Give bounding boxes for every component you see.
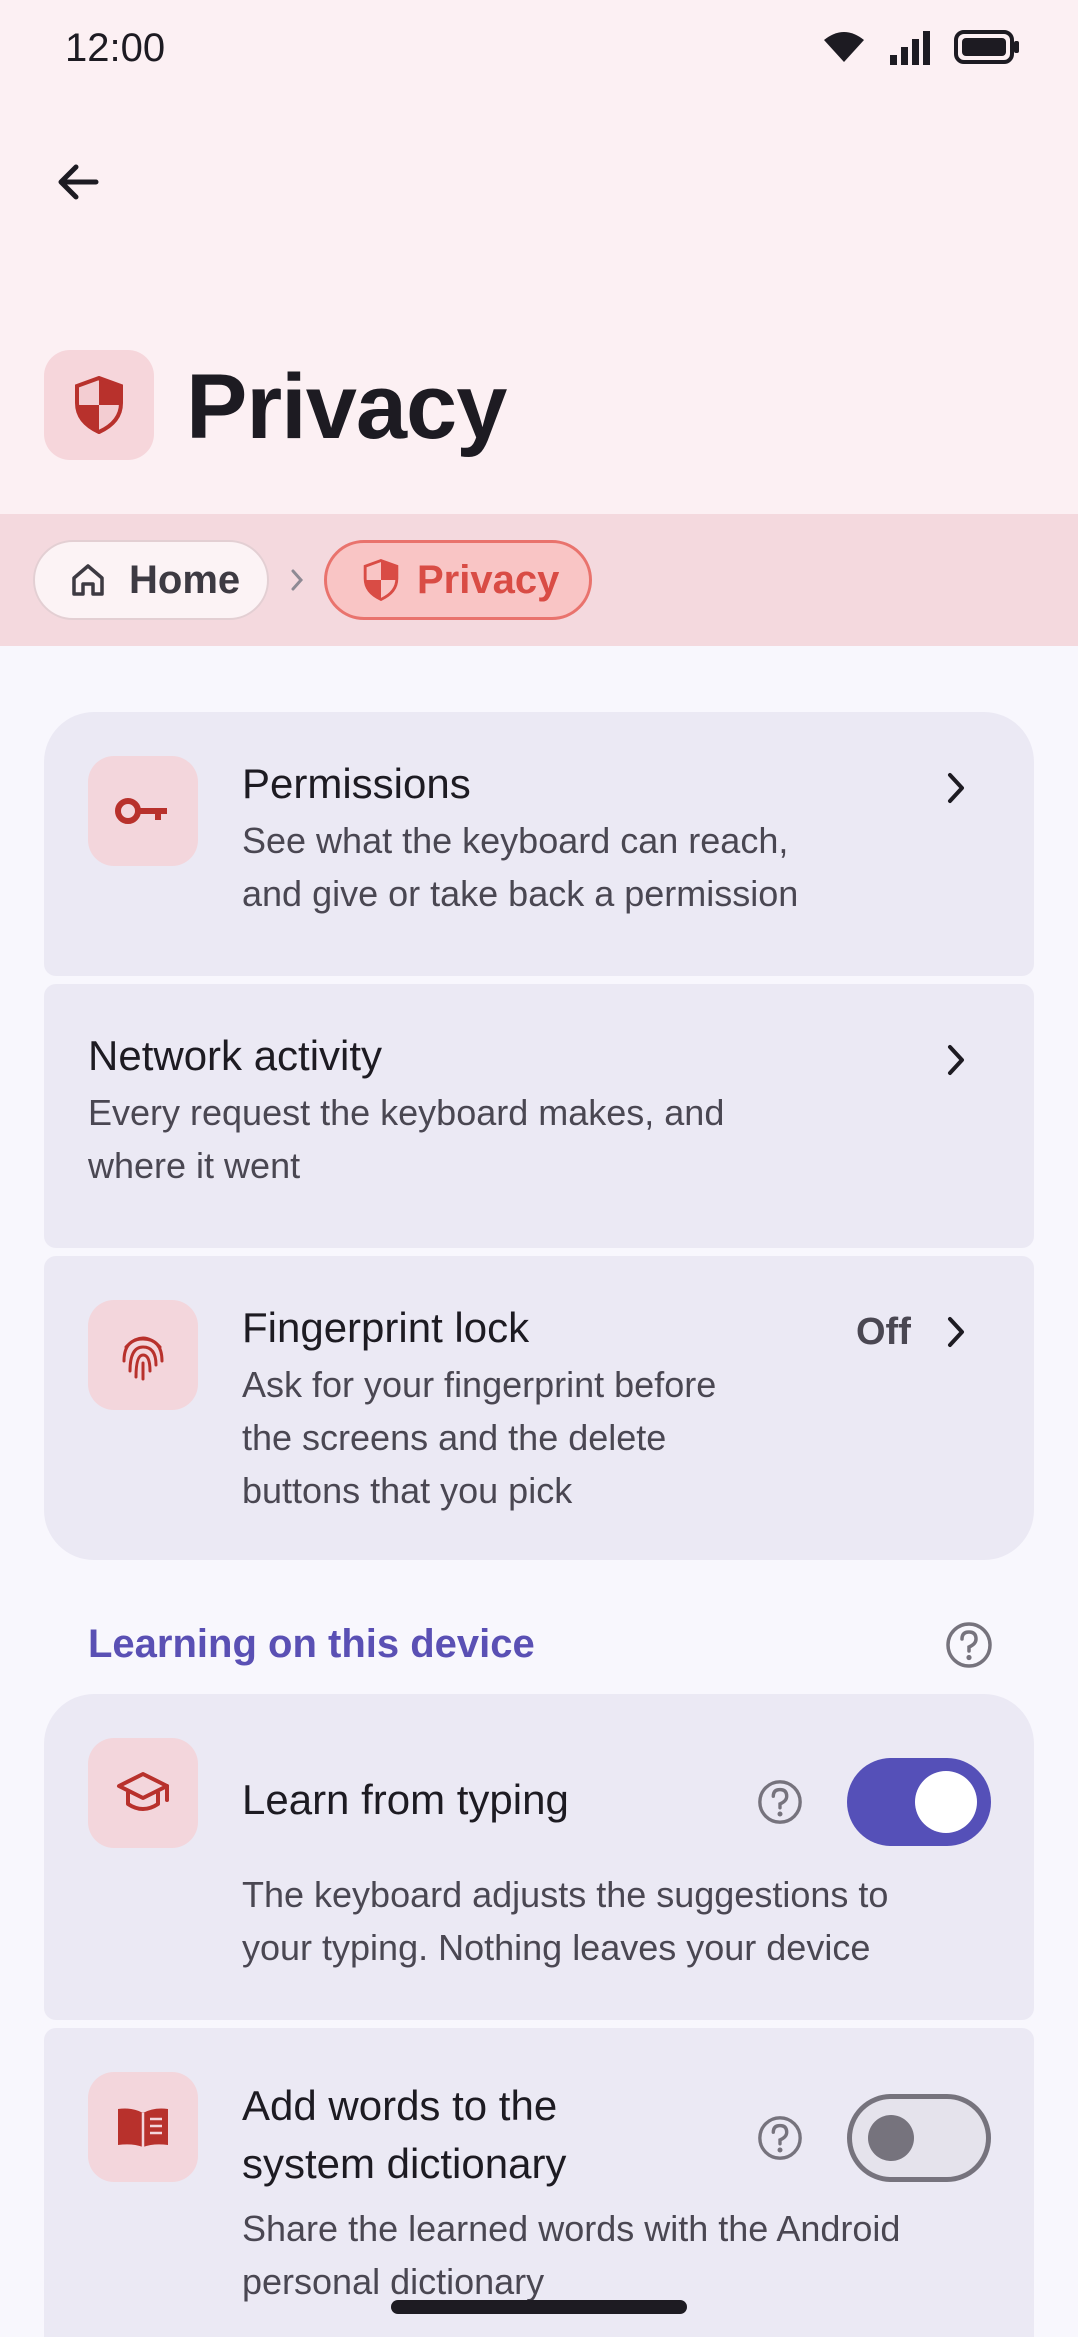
fingerprint-lock-desc-1: Ask for your fingerprint before — [242, 1364, 717, 1405]
privacy-title-icon — [44, 350, 154, 460]
network-activity-desc-1: Every request the keyboard makes, and — [88, 1092, 725, 1133]
status-time: 12:00 — [65, 26, 166, 70]
fingerprint-lock-desc-2: the screens and the delete — [242, 1417, 667, 1458]
help-icon[interactable] — [756, 1778, 804, 1826]
add-words-switch[interactable] — [847, 2094, 991, 2182]
learn-from-typing-title: Learn from typing — [242, 1776, 569, 1823]
chevron-right-icon — [936, 1312, 976, 1352]
app-bar: 12:00 Privacy — [0, 0, 1078, 514]
learn-from-typing-desc-1: The keyboard adjusts the suggestions to — [242, 1874, 889, 1915]
signal-icon — [890, 31, 930, 65]
network-activity-desc-2: where it went — [88, 1145, 301, 1186]
battery-icon — [954, 30, 1019, 64]
home-icon — [72, 564, 104, 596]
home-indicator[interactable] — [391, 2300, 687, 2314]
fingerprint-icon — [122, 1336, 164, 1381]
wifi-icon — [824, 32, 864, 62]
permissions-item[interactable]: Permissions See what the keyboard can re… — [44, 712, 1034, 976]
learn-from-typing-item[interactable]: Learn from typing The keyboard adjusts t… — [44, 1694, 1034, 2020]
learning-section-header: Learning on this device — [88, 1622, 535, 1666]
key-icon — [115, 798, 167, 824]
fingerprint-icon-box — [88, 1300, 198, 1410]
switch-knob — [915, 1771, 977, 1833]
permissions-desc-1: See what the keyboard can reach, — [242, 820, 789, 861]
privacy-screen: 12:00 Privacy Home Privacy Permissions S… — [0, 0, 1078, 2337]
learn-from-typing-desc-2: your typing. Nothing leaves your device — [242, 1927, 871, 1968]
chevron-right-icon — [286, 558, 308, 602]
permissions-icon-box — [88, 756, 198, 866]
add-words-title-1: Add words to the — [242, 2082, 558, 2129]
chevron-right-icon — [936, 1040, 976, 1080]
status-bar: 12:00 — [0, 0, 1078, 96]
book-icon — [118, 2108, 168, 2147]
fingerprint-lock-item[interactable]: Fingerprint lock Off Ask for your finger… — [44, 1256, 1034, 1560]
breadcrumb: Home Privacy — [0, 514, 1078, 646]
breadcrumb-privacy[interactable]: Privacy — [324, 540, 592, 620]
add-words-desc-1: Share the learned words with the Android — [242, 2208, 901, 2249]
fingerprint-lock-desc-3: buttons that you pick — [242, 1470, 573, 1511]
network-activity-title: Network activity — [88, 1032, 383, 1079]
page-title: Privacy — [186, 356, 507, 458]
fingerprint-lock-title: Fingerprint lock — [242, 1304, 530, 1351]
breadcrumb-home-label: Home — [129, 557, 241, 602]
shield-icon — [75, 376, 123, 434]
switch-knob — [868, 2115, 914, 2161]
add-words-item[interactable]: Add words to the system dictionary Share… — [44, 2028, 1034, 2337]
breadcrumb-home[interactable]: Home — [33, 540, 269, 620]
fingerprint-lock-value: Off — [856, 1311, 911, 1353]
permissions-desc-2: and give or take back a permission — [242, 873, 799, 914]
help-icon[interactable] — [756, 2114, 804, 2162]
permissions-title: Permissions — [242, 760, 471, 807]
shield-icon — [363, 559, 399, 601]
help-icon[interactable] — [944, 1620, 994, 1670]
learn-icon-box — [88, 1738, 198, 1848]
dictionary-icon-box — [88, 2072, 198, 2182]
learn-from-typing-switch[interactable] — [847, 1758, 991, 1846]
status-icons — [822, 24, 1020, 70]
network-activity-item[interactable]: Network activity Every request the keybo… — [44, 984, 1034, 1248]
back-button[interactable] — [36, 140, 120, 224]
chevron-right-icon — [936, 768, 976, 808]
add-words-title-2: system dictionary — [242, 2140, 567, 2187]
breadcrumb-privacy-label: Privacy — [417, 557, 560, 602]
arrow-back-icon — [58, 164, 99, 200]
school-icon — [117, 1772, 169, 1811]
